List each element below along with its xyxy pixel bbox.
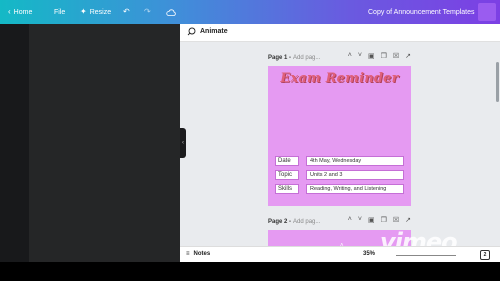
home-button[interactable]: ‹ Home: [8, 0, 32, 24]
row-value: 4th May, Wednesday: [306, 156, 404, 166]
scrollbar-thumb[interactable]: [496, 62, 499, 102]
vertical-scrollbar[interactable]: [495, 42, 500, 262]
design-title[interactable]: Exam Reminder: [268, 71, 411, 86]
page-name: Page 2 -: [268, 219, 292, 225]
zoom-level[interactable]: 35%: [363, 251, 375, 257]
page-title-input[interactable]: Add pag...: [293, 55, 320, 61]
page-header-1: Page 1 - Add pag... ˄ ˅ ▣ ❐ ☒ ↗: [268, 52, 411, 64]
info-row-skills[interactable]: Skills Reading, Writing, and Listening: [275, 184, 404, 194]
chevron-left-icon: ‹: [182, 140, 184, 146]
page-actions: ˄ ˅ ▣ ❐ ☒ ↗: [348, 52, 411, 60]
document-title-text: Copy of Announcement Templates: [368, 8, 475, 16]
row-value: Units 2 and 3: [306, 170, 404, 180]
collapse-panel-button[interactable]: ‹: [180, 128, 186, 158]
notes-icon: ≡: [186, 251, 190, 257]
trash-icon[interactable]: ☒: [393, 216, 399, 224]
duplicate-icon[interactable]: ❐: [381, 52, 387, 60]
row-label: Date: [275, 156, 299, 166]
trash-icon[interactable]: ☒: [393, 52, 399, 60]
page-name: Page 1 -: [268, 55, 292, 61]
duplicate-icon[interactable]: ❐: [381, 216, 387, 224]
side-nav: [0, 24, 29, 262]
file-menu-button[interactable]: File: [54, 0, 65, 24]
bottom-bar: ≡ Notes 35% 2: [180, 246, 500, 262]
chevron-down-icon[interactable]: ˅: [358, 52, 362, 60]
redo-icon: ↷: [144, 7, 151, 16]
editor-toolbar: Animate: [180, 24, 500, 42]
undo-icon: ↶: [123, 7, 130, 16]
page-actions: ˄ ˅ ▣ ❐ ☒ ↗: [348, 216, 411, 224]
add-page-icon[interactable]: ↗: [405, 216, 411, 224]
page-title-input[interactable]: Add pag...: [293, 219, 320, 225]
row-value: Reading, Writing, and Listening: [306, 184, 404, 194]
lock-icon[interactable]: ▣: [368, 216, 375, 224]
notes-label: Notes: [193, 251, 211, 257]
top-toolbar: ‹ Home File ✦ Resize ↶ ↷ Copy of Announc…: [0, 0, 500, 24]
undo-button[interactable]: ↶: [123, 0, 130, 24]
cloud-icon: [166, 8, 176, 16]
app-window: ‹ Home File ✦ Resize ↶ ↷ Copy of Announc…: [0, 0, 500, 281]
cloud-save-status[interactable]: [166, 0, 176, 24]
chevron-up-icon[interactable]: ˄: [348, 216, 352, 224]
file-label: File: [54, 8, 66, 16]
animate-icon: [187, 27, 196, 36]
editor-canvas: Animate Page 1 - Add pag... ˄ ˅ ▣ ❐ ☒ ↗ …: [180, 24, 500, 262]
lock-icon[interactable]: ▣: [368, 52, 375, 60]
home-label: Home: [13, 8, 33, 16]
resize-button[interactable]: ✦ Resize: [80, 0, 111, 24]
row-label: Skills: [275, 184, 299, 194]
chevron-down-icon[interactable]: ˅: [358, 216, 362, 224]
redo-button[interactable]: ↷: [144, 0, 151, 24]
chevron-up-icon[interactable]: ˄: [348, 52, 352, 60]
info-row-date[interactable]: Date 4th May, Wednesday: [275, 156, 404, 166]
resize-label: Resize: [89, 8, 112, 16]
row-label: Topic: [275, 170, 299, 180]
chevron-left-icon: ‹: [8, 7, 11, 16]
sparkle-icon: ✦: [80, 7, 87, 16]
animate-button[interactable]: Animate: [187, 27, 228, 36]
document-title[interactable]: Copy of Announcement Templates: [368, 0, 475, 24]
page-header-2: Page 2 - Add pag... ˄ ˅ ▣ ❐ ☒ ↗: [268, 216, 411, 228]
page-1-canvas[interactable]: Exam Reminder Date 4th May, Wednesday To…: [268, 66, 411, 206]
side-panel: [29, 24, 180, 262]
add-page-icon[interactable]: ↗: [405, 52, 411, 60]
animate-label: Animate: [200, 28, 228, 35]
notes-button[interactable]: ≡ Notes: [186, 251, 210, 257]
info-row-topic[interactable]: Topic Units 2 and 3: [275, 170, 404, 180]
zoom-slider[interactable]: [396, 255, 456, 256]
page-count-button[interactable]: 2: [480, 250, 490, 260]
avatar[interactable]: [478, 3, 496, 21]
